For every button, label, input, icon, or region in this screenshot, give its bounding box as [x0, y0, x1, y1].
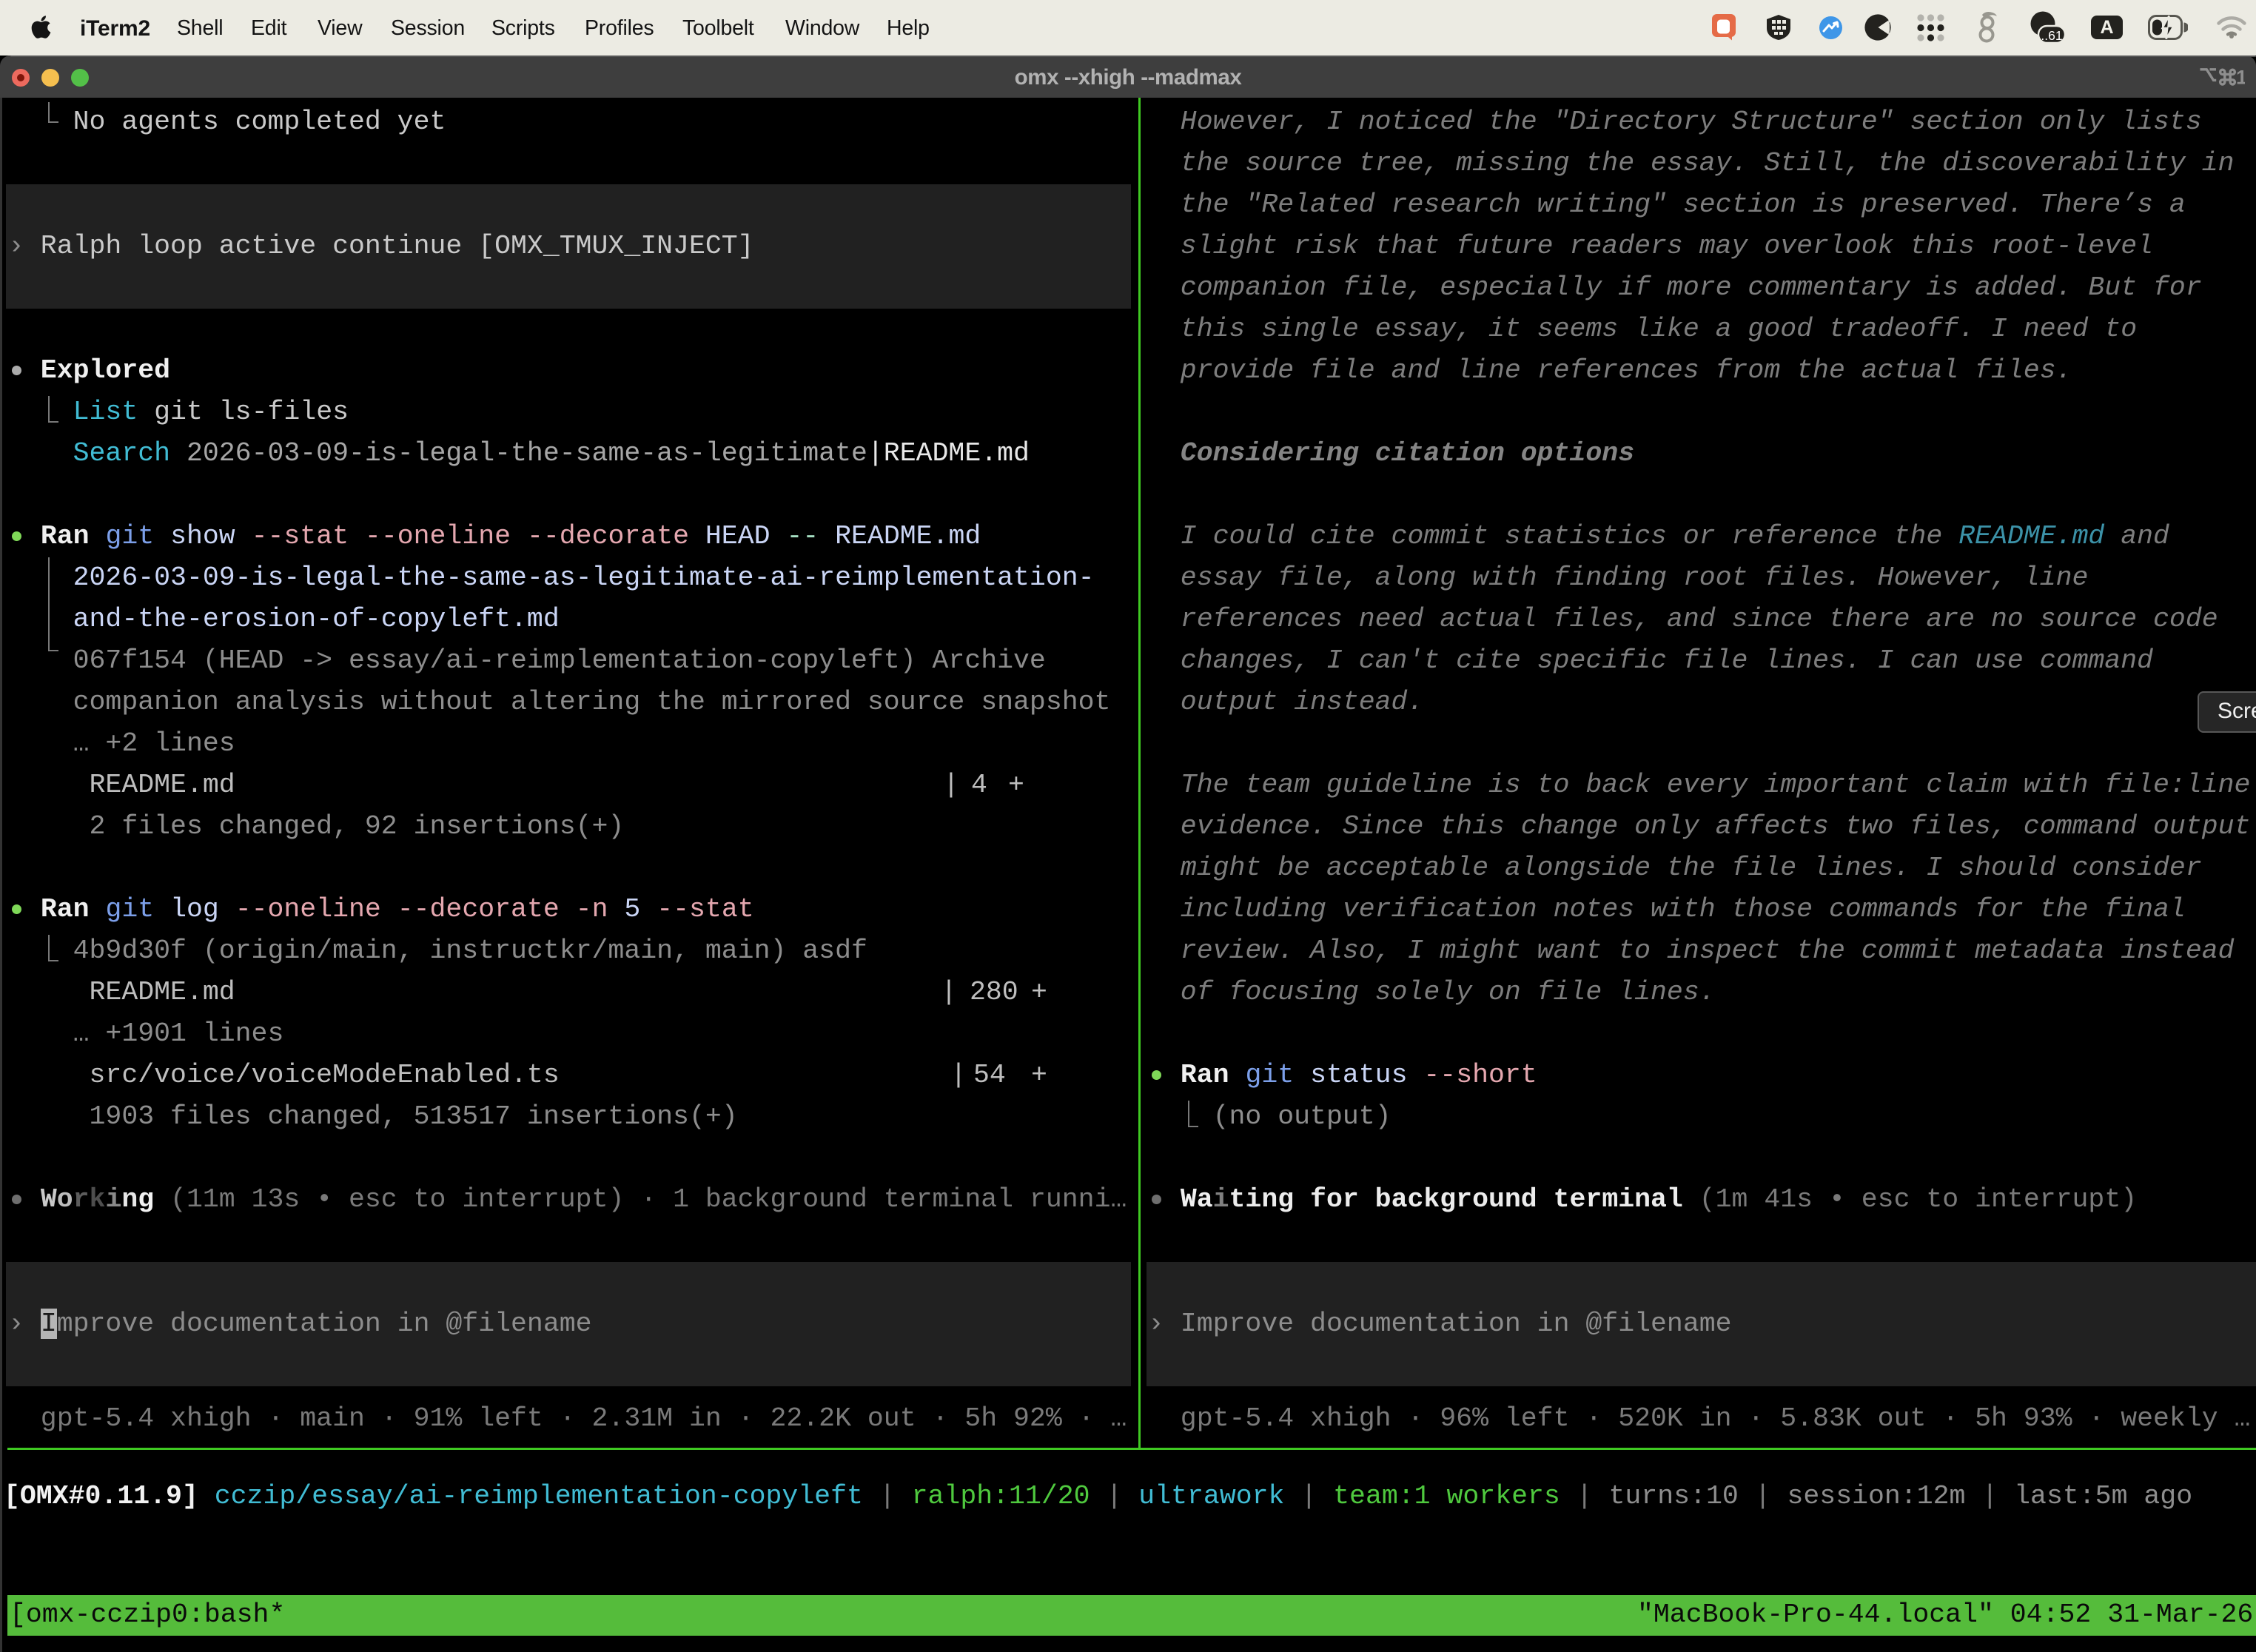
svg-text:1: 1 [2236, 67, 2245, 89]
svg-text:..61: ..61 [2041, 28, 2062, 43]
